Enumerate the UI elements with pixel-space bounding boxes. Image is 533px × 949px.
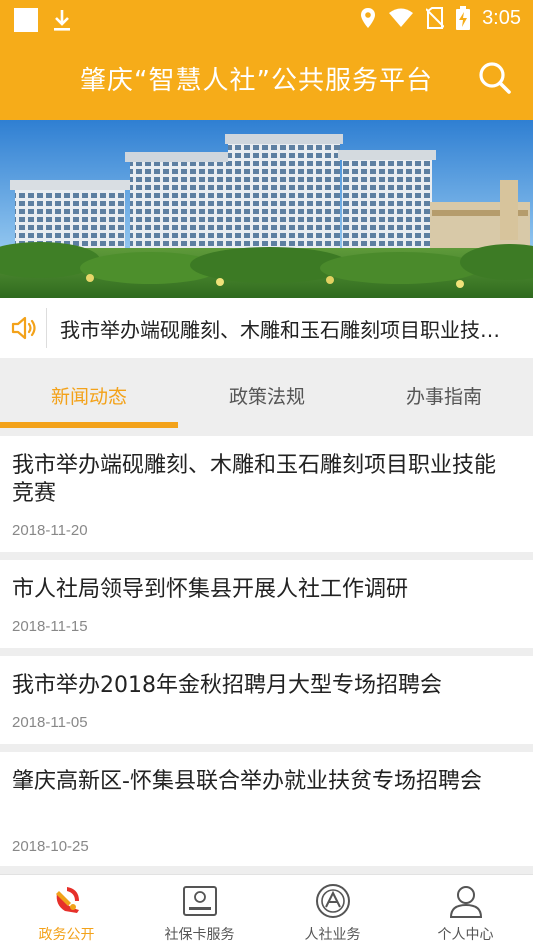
hrss-emblem-icon: [316, 884, 350, 918]
nav-government-affairs[interactable]: 政务公开: [0, 875, 133, 949]
battery-charging-icon: [456, 6, 471, 30]
list-item[interactable]: 我市举办端砚雕刻、木雕和玉石雕刻项目职业技能竞赛 2018-11-20: [0, 436, 533, 552]
news-title: 我市举办端砚雕刻、木雕和玉石雕刻项目职业技能竞赛: [12, 453, 497, 506]
tab-news[interactable]: 新闻动态: [0, 382, 178, 409]
nav-personal-center[interactable]: 个人中心: [399, 875, 532, 949]
nav-label: 人社业务: [304, 927, 361, 943]
tab-policy[interactable]: 政策法规: [178, 382, 356, 409]
news-date: 2018-10-25: [12, 838, 89, 855]
party-emblem-icon: [56, 887, 79, 913]
app-title: 肇庆“智慧人社”公共服务平台: [80, 66, 433, 96]
notice-text[interactable]: 我市举办端砚雕刻、木雕和玉石雕刻项目职业技能竞赛: [60, 314, 510, 343]
nav-label: 政务公开: [38, 927, 95, 943]
status-time: 3:05: [482, 6, 521, 29]
nav-label: 个人中心: [437, 927, 494, 943]
notice-divider: [46, 308, 47, 348]
social-security-card-icon: [183, 886, 217, 916]
nav-label: 社保卡服务: [164, 927, 235, 943]
download-icon: [54, 10, 70, 31]
news-date: 2018-11-20: [12, 522, 88, 539]
user-icon: [449, 886, 483, 918]
location-icon: [361, 8, 376, 28]
status-bar: 3:05: [0, 0, 533, 40]
wifi-icon: [389, 8, 414, 27]
no-sim-icon: [426, 7, 445, 29]
notification-square-icon: [14, 8, 38, 32]
search-button[interactable]: [477, 60, 513, 96]
news-date: 2018-11-05: [12, 714, 88, 731]
building-photo: [0, 120, 533, 298]
news-title: 肇庆高新区-怀集县联合举办就业扶贫专场招聘会: [12, 769, 482, 794]
search-icon: [479, 62, 511, 94]
list-item[interactable]: 我市举办2018年金秋招聘月大型专场招聘会 2018-11-05: [0, 656, 533, 744]
nav-social-security-card[interactable]: 社保卡服务: [133, 875, 266, 949]
banner-image[interactable]: [0, 120, 533, 298]
header: 3:05 肇庆“智慧人社”公共服务平台: [0, 0, 533, 120]
list-item[interactable]: 市人社局领导到怀集县开展人社工作调研 2018-11-15: [0, 560, 533, 648]
news-title: 我市举办2018年金秋招聘月大型专场招聘会: [12, 673, 442, 698]
nav-hrss-business[interactable]: 人社业务: [266, 875, 399, 949]
bottom-navigation: 政务公开 社保卡服务 人社业务 个人中心: [0, 874, 533, 949]
speaker-icon: [11, 316, 36, 340]
category-tabs: 新闻动态 政策法规 办事指南: [0, 366, 533, 428]
notice-bar[interactable]: 我市举办端砚雕刻、木雕和玉石雕刻项目职业技能竞赛: [0, 298, 533, 358]
tab-guide[interactable]: 办事指南: [355, 382, 533, 409]
news-date: 2018-11-15: [12, 618, 88, 635]
app-bar: 肇庆“智慧人社”公共服务平台: [0, 40, 533, 120]
list-item[interactable]: 肇庆高新区-怀集县联合举办就业扶贫专场招聘会 2018-10-25: [0, 752, 533, 866]
news-title: 市人社局领导到怀集县开展人社工作调研: [12, 577, 409, 602]
tab-indicator: [0, 422, 178, 428]
